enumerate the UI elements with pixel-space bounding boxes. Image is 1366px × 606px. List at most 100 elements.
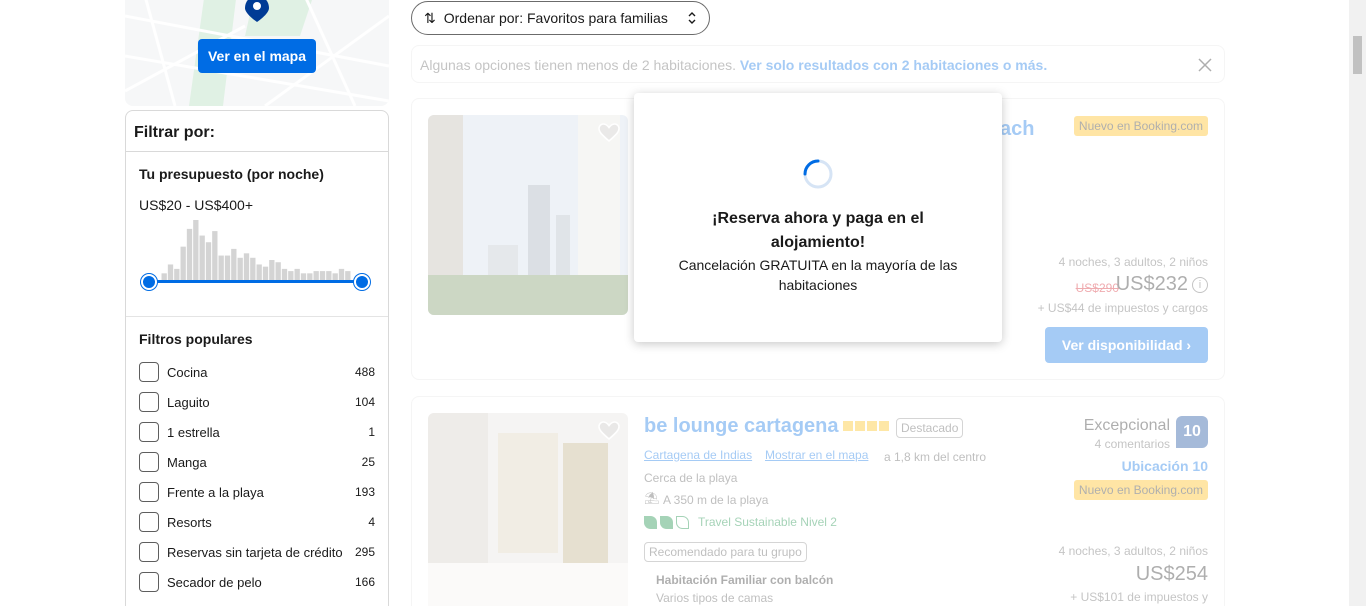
checkbox[interactable]: [139, 422, 159, 442]
dialog-title: ¡Reserva ahora y paga en el alojamiento!: [712, 210, 924, 251]
filter-count: 488: [354, 365, 375, 379]
filter-label: Secador de pelo: [167, 574, 262, 590]
checkbox[interactable]: [139, 362, 159, 382]
beach-distance: ⛱ A 350 m de la playa: [644, 491, 769, 507]
histogram-bar: [288, 271, 294, 280]
budget-slider-max-handle[interactable]: [354, 274, 370, 290]
star-icon: [867, 421, 877, 431]
notice-link[interactable]: Ver solo resultados con 2 habitaciones o…: [740, 57, 1047, 73]
heart-icon[interactable]: [598, 123, 620, 143]
property-photo[interactable]: [428, 413, 628, 606]
histogram-bar: [231, 248, 237, 280]
leaf-icon: [644, 515, 657, 529]
taxes: + US$101 de impuestos y: [1070, 590, 1208, 604]
recommended-tag: Recomendado para tu grupo: [644, 542, 807, 562]
show-on-map-link[interactable]: Mostrar en el mapa: [765, 448, 868, 462]
sustainability-badge: Travel Sustainable Nivel 2: [644, 515, 837, 529]
checkbox[interactable]: [139, 392, 159, 412]
histogram-bar: [300, 273, 307, 280]
checkbox[interactable]: [139, 542, 159, 562]
filter-option[interactable]: Frente a la playa 193: [139, 477, 375, 507]
popular-filters: Filtros populares Cocina 488 Laguito 104 1 e…: [126, 317, 388, 597]
histogram-bar: [332, 273, 338, 280]
star-icon: [879, 421, 889, 431]
sustainability-text: Travel Sustainable Nivel 2: [698, 515, 837, 529]
price: US$254: [1135, 563, 1208, 585]
star-rating: [843, 421, 889, 431]
filter-count: 193: [354, 485, 375, 499]
page-scrollbar[interactable]: [1349, 0, 1366, 606]
filter-option[interactable]: Secador de pelo 166: [139, 567, 375, 597]
map-pin-icon: [245, 0, 269, 22]
heart-icon[interactable]: [598, 421, 620, 441]
histogram-bar: [205, 242, 212, 280]
budget-slider-track[interactable]: [148, 280, 362, 283]
close-icon[interactable]: [1198, 58, 1212, 72]
filter-label: Reservas sin tarjeta de crédito: [167, 544, 343, 560]
location-score: Ubicación 10: [1121, 458, 1208, 474]
info-icon[interactable]: i: [1192, 277, 1208, 293]
histogram-bar: [186, 228, 193, 280]
histogram-bar: [326, 271, 332, 280]
show-on-map-button[interactable]: Ver en el mapa: [198, 39, 316, 73]
checkbox[interactable]: [139, 452, 159, 472]
checkbox[interactable]: [139, 572, 159, 592]
see-availability-button[interactable]: Ver disponibilidad ›: [1045, 327, 1208, 363]
filter-count: 1: [368, 425, 375, 439]
filter-option[interactable]: Laguito 104: [139, 387, 375, 417]
histogram-bar: [262, 266, 269, 280]
filter-count: 104: [354, 395, 375, 409]
filter-count: 295: [354, 545, 375, 559]
budget-title: Tu presupuesto (por noche): [139, 166, 324, 182]
checkbox[interactable]: [139, 482, 159, 502]
dialog-subtitle: Cancelación GRATUITA en la mayoría de la…: [678, 257, 958, 293]
sort-dropdown[interactable]: ⇅ Ordenar por: Favoritos para familias: [411, 1, 710, 35]
chevron-right-icon: ›: [1186, 337, 1192, 353]
hotel-title[interactable]: be lounge cartagena: [644, 415, 839, 438]
histogram-bar: [243, 253, 250, 280]
histogram-bar: [212, 231, 218, 280]
property-card: be lounge cartagena Destacado Cartagena …: [411, 396, 1225, 606]
near-beach: Cerca de la playa: [644, 471, 738, 485]
histogram-bar: [281, 268, 288, 280]
filter-option[interactable]: Resorts 4: [139, 507, 375, 537]
property-photo[interactable]: [428, 115, 628, 315]
loading-dialog: ¡Reserva ahora y paga en el alojamiento!…: [634, 93, 1002, 342]
rooms-notice: Algunas opciones tienen menos de 2 habit…: [411, 45, 1225, 83]
star-icon: [843, 421, 853, 431]
new-badge: Nuevo en Booking.com: [1073, 480, 1208, 500]
city-link[interactable]: Cartagena de Indias: [644, 448, 752, 462]
beach-distance-text: A 350 m de la playa: [663, 493, 769, 507]
hotel-title-tail[interactable]: ach: [1000, 118, 1034, 141]
filter-label: Resorts: [167, 514, 212, 530]
histogram-bar: [294, 268, 300, 280]
search-results-page: Ver en el mapa Filtrar por: Tu presupues…: [0, 0, 1366, 606]
filter-option[interactable]: Manga 25: [139, 447, 375, 477]
budget-slider-min-handle[interactable]: [141, 274, 157, 290]
loading-spinner-icon: [803, 159, 833, 189]
filter-label: Cocina: [167, 364, 208, 380]
popular-filters-title: Filtros populares: [139, 331, 253, 347]
taxes: + US$44 de impuestos y cargos: [1037, 301, 1208, 315]
scrollbar-thumb[interactable]: [1353, 36, 1362, 74]
filter-option[interactable]: Reservas sin tarjeta de crédito 295: [139, 537, 375, 567]
filter-count: 25: [361, 455, 375, 469]
stay-details: 4 noches, 3 adultos, 2 niños: [1058, 544, 1208, 558]
review-count: 4 comentarios: [1094, 437, 1170, 451]
histogram-bar: [250, 257, 256, 280]
review-score[interactable]: 10: [1176, 416, 1208, 448]
checkbox[interactable]: [139, 512, 159, 532]
histogram-bar: [224, 255, 231, 280]
histogram-bar: [256, 264, 262, 280]
histogram-bar: [237, 257, 243, 280]
filter-label: Laguito: [167, 394, 210, 410]
histogram-bar: [319, 271, 326, 280]
sort-label: Ordenar por: Favoritos para familias: [443, 10, 668, 26]
budget-filter: Tu presupuesto (por noche) US$20 - US$40…: [126, 152, 388, 317]
histogram-bar: [338, 268, 345, 280]
filter-option[interactable]: Cocina 488: [139, 357, 375, 387]
filter-option[interactable]: 1 estrella 1: [139, 417, 375, 447]
filter-count: 166: [354, 575, 375, 589]
room-beds: Varios tipos de camas: [656, 591, 774, 605]
room-photo: [428, 413, 628, 606]
